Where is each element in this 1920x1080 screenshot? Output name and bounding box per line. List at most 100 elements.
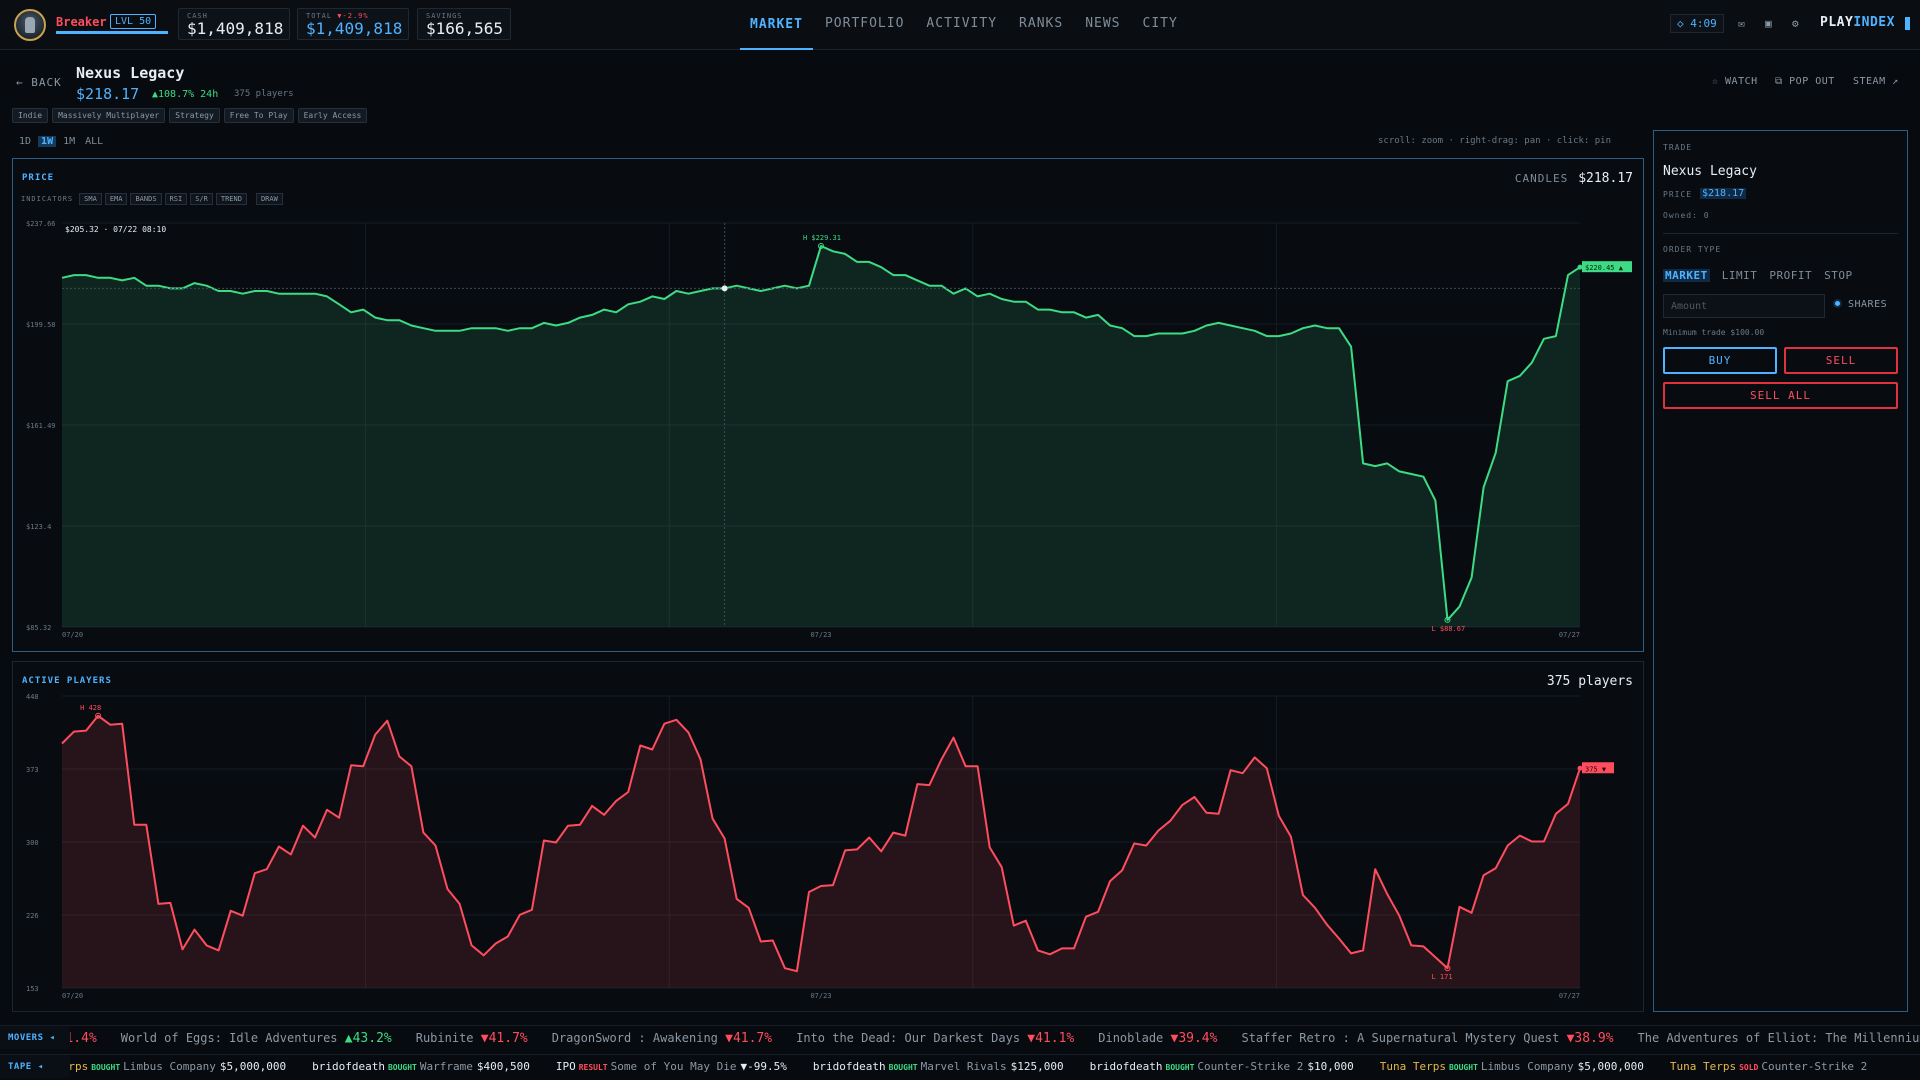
tag[interactable]: Free To Play — [223, 108, 294, 123]
mover-item[interactable]: Rubinite ▼41.7% — [416, 1026, 528, 1049]
game-title: Nexus Legacy — [76, 64, 185, 82]
y-tick-label: $161.49 — [26, 422, 56, 430]
x-tick-label: 07/23 — [810, 631, 831, 639]
popout-button[interactable]: ⧉ POP OUT — [1775, 76, 1835, 87]
sell-all-button[interactable]: SELL ALL — [1663, 382, 1898, 409]
tape-game: Limbus Company — [123, 1060, 216, 1073]
mover-item[interactable]: The Adventures of Elliot: The Millennium… — [1638, 1026, 1920, 1049]
order-type-stop[interactable]: STOP — [1824, 269, 1853, 282]
tape-game: Warframe — [419, 1060, 473, 1073]
tag-list: Indie Massively Multiplayer Strategy Fre… — [12, 108, 368, 123]
timeframe-1w[interactable]: 1W — [38, 136, 57, 147]
players-chart[interactable]: 448 373 300 226 153 07/20 07/23 07/27 H 428 L 171… — [13, 662, 1645, 1013]
tag[interactable]: Early Access — [297, 108, 368, 123]
tag[interactable]: Indie — [12, 108, 49, 123]
y-tick-label: 153 — [26, 985, 39, 993]
mover-name: Rubinite — [415, 1031, 481, 1045]
total-box: TOTAL ▼-2.9% $1,409,818 — [297, 8, 409, 40]
tape-item[interactable]: bridofdeath BOUGHT Warframe $400,500 — [312, 1055, 530, 1078]
timeframe-selector: 1D 1W 1M ALL — [16, 136, 106, 147]
settings-icon[interactable]: ⚙ — [1792, 17, 1799, 30]
y-tick-label: 300 — [26, 839, 39, 847]
mover-item[interactable]: Dinoblade ▼39.4% — [1098, 1026, 1217, 1049]
mover-name: Dinoblade — [1098, 1031, 1171, 1045]
mover-name: DragonSword : Awakening — [551, 1031, 726, 1045]
indicators-label: INDICATORS — [21, 195, 74, 203]
amount-input[interactable] — [1663, 294, 1825, 318]
draw-button[interactable]: DRAW — [255, 193, 283, 205]
watch-button[interactable]: ☆ WATCH — [1712, 76, 1758, 87]
candles-toggle[interactable]: CANDLES — [1515, 172, 1568, 185]
timeframe-1m[interactable]: 1M — [60, 136, 78, 147]
movers-label[interactable]: MOVERS ◂ — [0, 1026, 70, 1049]
indicator-trend[interactable]: TREND — [215, 193, 247, 205]
steam-link[interactable]: STEAM ↗ — [1853, 76, 1899, 87]
order-type-selector: MARKET LIMIT PROFIT STOP — [1663, 269, 1853, 282]
mover-item[interactable]: World of Eggs: Idle Adventures ▲43.2% — [121, 1026, 392, 1049]
price-panel[interactable]: $237.66 $199.58 $161.49 $123.4 $85.32 07/20 07… — [12, 158, 1644, 652]
game-price: $218.17 — [76, 85, 140, 103]
buy-button[interactable]: BUY — [1663, 347, 1777, 374]
indicator-bands[interactable]: BANDS — [130, 193, 162, 205]
tape-item[interactable]: Tuna Terps SOLD Counter-Strike 2 — [1670, 1055, 1871, 1078]
back-button[interactable]: ← BACK — [16, 76, 62, 89]
avatar[interactable] — [14, 9, 46, 41]
mail-icon[interactable]: ✉ — [1738, 17, 1745, 30]
indicator-rsi[interactable]: RSI — [164, 193, 188, 205]
brand-logo[interactable]: PLAYINDEX — [1820, 15, 1895, 30]
order-type-profit[interactable]: PROFIT — [1769, 269, 1812, 282]
indicator-sr[interactable]: S/R — [190, 193, 213, 205]
window-icon[interactable]: ▣ — [1765, 17, 1772, 30]
high-label: H $229.31 — [803, 234, 841, 242]
indicator-ema[interactable]: EMA — [104, 193, 128, 205]
trade-panel: TRADE Nexus Legacy PRICE $218.17 Owned: … — [1653, 130, 1908, 1012]
chart-hint: scroll: zoom · right-drag: pan · click: … — [1378, 136, 1611, 146]
top-bar: Breaker LVL 50 CASH $1,409,818 TOTAL ▼-2… — [0, 0, 1920, 50]
tab-news[interactable]: NEWS — [1075, 0, 1130, 50]
tape-item[interactable]: bridofdeath BOUGHT Counter-Strike 2 $10,000 — [1090, 1055, 1354, 1078]
mover-item[interactable]: Into the Dead: Our Darkest Days ▼41.1% — [796, 1026, 1074, 1049]
main-nav: MARKET PORTFOLIO ACTIVITY RANKS NEWS CIT… — [740, 0, 1190, 50]
tag[interactable]: Strategy — [169, 108, 220, 123]
last-value-label: 375 ▼ — [1585, 765, 1607, 773]
x-tick-label: 07/23 — [810, 992, 831, 1000]
players-panel-value: 375 players — [1546, 674, 1633, 689]
movers-ticker: MOVERS ◂ ▼ 41.4%World of Eggs: Idle Adve… — [0, 1025, 1920, 1049]
order-type-market[interactable]: MARKET — [1663, 269, 1710, 282]
indicator-sma[interactable]: SMA — [79, 193, 102, 205]
tape-trader: IPO — [555, 1060, 576, 1073]
mover-change: ▼41.7% — [480, 1031, 528, 1046]
mover-item[interactable]: DragonSword : Awakening ▼41.7% — [552, 1026, 772, 1049]
tape-game: Counter-Strike 2 — [1197, 1060, 1304, 1073]
tape-item[interactable]: Tuna TerpsBOUGHTLimbus Company$5,000,000 — [1380, 1055, 1644, 1078]
order-type-limit[interactable]: LIMIT — [1722, 269, 1758, 282]
trade-price-label: PRICE — [1663, 190, 1693, 199]
price-chart[interactable]: $237.66 $199.58 $161.49 $123.4 $85.32 07/20 07… — [13, 159, 1645, 653]
tag[interactable]: Massively Multiplayer — [52, 108, 166, 123]
tape-action: SOLD — [1739, 1063, 1759, 1072]
timeframe-all[interactable]: ALL — [82, 136, 106, 147]
total-value: $1,409,818 — [306, 19, 403, 38]
tape-item[interactable]: IPO RESULT Some of You May Die ▼-99.5% — [556, 1055, 787, 1078]
tab-portfolio[interactable]: PORTFOLIO — [815, 0, 914, 50]
level-badge: LVL 50 — [110, 14, 157, 29]
divider — [1663, 233, 1898, 234]
mover-item[interactable]: Staffer Retro : A Supernatural Mystery Q… — [1241, 1026, 1613, 1049]
timeframe-1d[interactable]: 1D — [16, 136, 34, 147]
players-panel[interactable]: 448 373 300 226 153 07/20 07/23 07/27 H 428 L 171… — [12, 661, 1644, 1012]
shares-toggle[interactable]: SHARES — [1833, 299, 1887, 310]
y-tick-label: 226 — [26, 912, 39, 920]
tab-activity[interactable]: ACTIVITY — [916, 0, 1007, 50]
tape-label[interactable]: TAPE ◂ — [0, 1055, 70, 1078]
y-tick-label: 373 — [26, 766, 39, 774]
trade-game-name: Nexus Legacy — [1663, 164, 1757, 179]
tab-market[interactable]: MARKET — [740, 0, 813, 50]
tab-city[interactable]: CITY — [1133, 0, 1188, 50]
tab-ranks[interactable]: RANKS — [1009, 0, 1073, 50]
tape-game: Marvel Rivals — [920, 1060, 1007, 1073]
mover-name: Into the Dead: Our Darkest Days — [796, 1031, 1028, 1045]
tape-amount: ▼-99.5% — [740, 1060, 787, 1073]
sell-button[interactable]: SELL — [1784, 347, 1898, 374]
tape-item[interactable]: bridofdeath BOUGHT Marvel Rivals $125,000 — [813, 1055, 1064, 1078]
username[interactable]: Breaker — [56, 15, 107, 29]
